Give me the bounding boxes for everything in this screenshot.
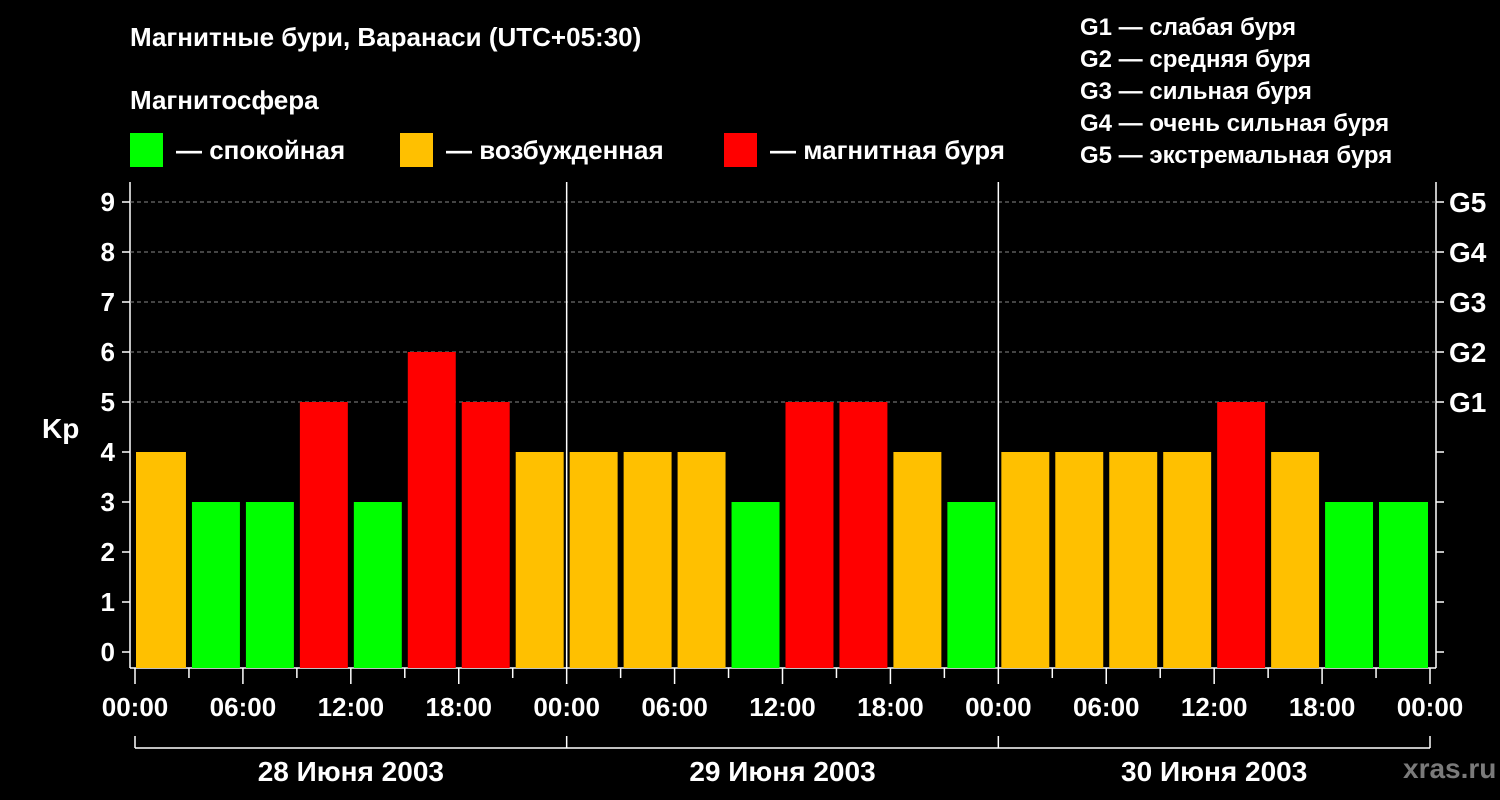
x-tick-label: 18:00 [1289,692,1356,722]
g-level-label: G4 [1449,237,1487,268]
watermark: xras.ru [1403,753,1497,784]
kp-bar [1109,452,1158,668]
kp-bar [136,452,186,668]
kp-bar [461,402,510,668]
x-tick-label: 06:00 [210,692,277,722]
x-tick-label: 00:00 [965,692,1032,722]
y-tick-label: 8 [101,237,115,267]
kp-bar [515,452,564,668]
kp-bar [893,452,942,668]
y-tick-label: 1 [101,587,115,617]
g-level-label: G5 [1449,187,1486,218]
x-tick-label: 12:00 [749,692,816,722]
y-tick-label: 2 [101,537,115,567]
x-tick-label: 00:00 [533,692,600,722]
x-tick-label: 12:00 [1181,692,1248,722]
x-tick-label: 18:00 [426,692,493,722]
x-tick-label: 00:00 [102,692,169,722]
kp-bar [1271,452,1320,668]
kp-bar [731,502,780,668]
x-tick-label: 12:00 [318,692,385,722]
y-tick-label: 5 [101,387,115,417]
kp-bar [1055,452,1104,668]
y-tick-label: 4 [101,437,116,467]
kp-bar [947,502,996,668]
day-label: 30 Июня 2003 [1121,756,1307,787]
kp-bar [1217,402,1266,668]
y-tick-label: 0 [101,637,115,667]
y-tick-label: 3 [101,487,115,517]
x-tick-label: 00:00 [1397,692,1464,722]
kp-bar [1001,452,1050,668]
kp-bar [1163,452,1212,668]
g-level-label: G2 [1449,337,1486,368]
y-tick-label: 9 [101,187,115,217]
kp-bar [785,402,834,668]
x-tick-label: 18:00 [857,692,924,722]
y-tick-label: 7 [101,287,115,317]
kp-bar [623,452,672,668]
day-label: 28 Июня 2003 [258,756,444,787]
kp-bar [353,502,402,668]
kp-bar [677,452,726,668]
x-tick-label: 06:00 [641,692,708,722]
kp-bar [191,502,240,668]
y-axis-label: Kp [42,413,79,444]
day-label: 29 Июня 2003 [689,756,875,787]
y-tick-label: 6 [101,337,115,367]
g-level-label: G3 [1449,287,1486,318]
kp-bar-chart: 0 1 2 3 4 5 6 7 8 9 G1 G2 G3 G4 G5 Kp 00:00 06:00 12:00 18:… [42,182,1487,787]
x-tick-label: 06:00 [1073,692,1140,722]
kp-bar [839,402,888,668]
kp-bar [299,402,348,668]
kp-bar [1379,502,1428,668]
kp-bar [245,502,294,668]
kp-bar [407,352,456,668]
kp-bar [569,452,618,668]
g-level-label: G1 [1449,387,1486,418]
kp-bar [1325,502,1374,668]
